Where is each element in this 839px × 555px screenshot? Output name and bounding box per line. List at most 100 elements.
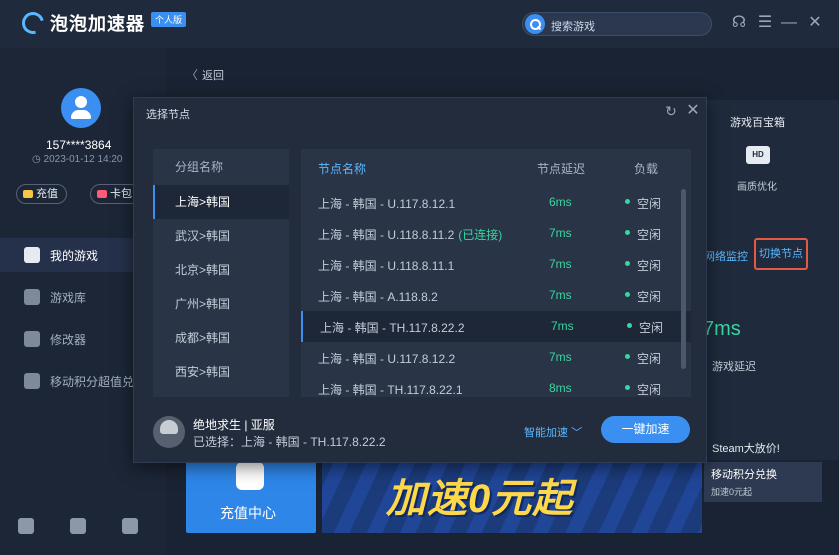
node-row-selected[interactable]: 上海 - 韩国 - TH.117.8.22.2 7ms 空闲 [301, 311, 691, 342]
hd-icon[interactable]: HD [746, 146, 770, 164]
recharge-label: 充值 [36, 188, 58, 200]
nav-label: 游戏库 [50, 289, 86, 306]
node-name: 上海 - 韩国 - U.118.8.11.1 [318, 257, 458, 274]
game-toolbox-panel [702, 100, 839, 460]
menu-icon[interactable]: ☰ [756, 14, 774, 32]
col-node-delay: 节点延迟 [537, 160, 585, 177]
group-item[interactable]: 武汉>韩国 [153, 219, 289, 253]
col-node-name: 节点名称 [318, 160, 366, 177]
recharge-button[interactable]: 充值 [16, 184, 67, 204]
game-name: 绝地求生 | 亚服 [193, 416, 275, 433]
hd-label[interactable]: 画质优化 [737, 178, 777, 193]
group-item[interactable]: 北京>韩国 [153, 253, 289, 287]
avatar[interactable] [61, 88, 101, 128]
node-load: 空闲 [637, 257, 661, 274]
node-load: 空闲 [639, 319, 663, 336]
refresh-icon[interactable]: ↻ [662, 102, 680, 120]
node-name: 上海 - 韩国 - U.117.8.12.2 [318, 350, 459, 367]
node-name-text: 上海 - 韩国 - U.118.8.11.2 [318, 228, 454, 242]
user-date: ◷ 2023-01-12 14:20 [32, 154, 122, 165]
title-bar: 泡泡加速器 个人版 搜索游戏 ☊ ☰ — ✕ [0, 0, 839, 48]
modifier-icon [24, 331, 40, 347]
node-load: 空闲 [637, 195, 661, 212]
status-dot-icon [625, 261, 630, 266]
node-name: 上海 - 韩国 - U.117.8.12.1 [318, 195, 459, 212]
app-logo: 泡泡加速器 个人版 [22, 10, 186, 36]
node-load: 空闲 [637, 350, 661, 367]
node-list-scrollbar[interactable] [681, 189, 686, 369]
network-monitor-link[interactable]: 网络监控 [704, 248, 748, 264]
gamepad-icon [24, 289, 40, 305]
col-node-load: 负载 [634, 160, 658, 177]
node-name: 上海 - 韩国 - TH.117.8.22.2 [320, 319, 469, 336]
node-name: 上海 - 韩国 - TH.117.8.22.1 [318, 381, 467, 397]
node-delay: 7ms [549, 226, 572, 240]
minimize-icon[interactable]: — [780, 14, 798, 32]
status-dot-icon [625, 292, 630, 297]
node-delay: 7ms [549, 350, 572, 364]
node-row[interactable]: 上海 - 韩国 - U.118.8.11.2 (已连接) 7ms 空闲 [301, 218, 691, 249]
node-row[interactable]: 上海 - 韩国 - TH.117.8.22.1 8ms 空闲 [301, 373, 691, 397]
smart-accelerate-dropdown[interactable]: 智能加速 ﹀ [524, 424, 582, 440]
close-icon[interactable]: ✕ [806, 14, 824, 32]
steam-promo-text[interactable]: Steam大放价! [712, 440, 780, 456]
node-list: 节点名称 节点延迟 负载 上海 - 韩国 - U.117.8.12.1 6ms … [301, 149, 691, 397]
search-input[interactable]: 搜索游戏 [522, 12, 712, 36]
delay-value: 7ms [703, 318, 741, 341]
node-delay: 6ms [549, 195, 572, 209]
banner-text: 加速0元起 [386, 466, 573, 524]
recharge-center-label: 充值中心 [220, 503, 276, 523]
node-name-text: 上海 - 韩国 - U.117.8.12.1 [318, 197, 455, 211]
chevron-down-icon: ﹀ [571, 427, 582, 439]
nav-label: 修改器 [50, 331, 86, 348]
yen-icon [236, 462, 264, 490]
group-item[interactable]: 上海>韩国 [153, 185, 289, 219]
node-list-header: 节点名称 节点延迟 负载 [301, 149, 691, 185]
select-node-dialog: 选择节点 ↻ ✕ 分组名称 上海>韩国 武汉>韩国 北京>韩国 广州>韩国 成都… [133, 97, 707, 463]
user-id: 157****3864 [46, 138, 111, 152]
status-dot-icon [625, 385, 630, 390]
node-delay: 7ms [549, 257, 572, 271]
node-name-text: 上海 - 韩国 - TH.117.8.22.1 [318, 383, 463, 397]
group-item[interactable]: 西安>韩国 [153, 355, 289, 389]
node-row[interactable]: 上海 - 韩国 - A.118.8.2 7ms 空闲 [301, 280, 691, 311]
status-dot-icon [627, 323, 632, 328]
mail-icon[interactable] [18, 518, 34, 534]
toolbox-title: 游戏百宝箱 [730, 114, 785, 130]
promo-line2: 加速0元起 [711, 485, 752, 498]
search-icon[interactable] [525, 14, 545, 34]
switch-node-button[interactable]: 切换节点 [754, 238, 808, 270]
chat-icon[interactable] [122, 518, 138, 534]
selected-node-text: 已选择：上海 - 韩国 - TH.117.8.22.2 [193, 433, 386, 450]
video-icon[interactable] [70, 518, 86, 534]
close-icon[interactable]: ✕ [684, 102, 702, 120]
card-icon [97, 190, 107, 198]
nav-label: 移动积分超值兑 [50, 373, 134, 390]
node-name-text: 上海 - 韩国 - U.118.8.11.1 [318, 259, 454, 273]
logo-icon [18, 8, 48, 38]
dialog-title: 选择节点 [146, 106, 190, 122]
node-row[interactable]: 上海 - 韩国 - U.117.8.12.1 6ms 空闲 [301, 187, 691, 218]
rocket-icon [24, 247, 40, 263]
headset-icon[interactable]: ☊ [730, 14, 748, 32]
game-helmet-icon [153, 416, 185, 448]
node-name-text: 上海 - 韩国 - TH.117.8.22.2 [320, 321, 465, 335]
node-delay: 7ms [551, 319, 574, 333]
one-click-accelerate-button[interactable]: 一键加速 [601, 416, 690, 443]
sidebar-footer [18, 518, 138, 534]
node-load: 空闲 [637, 288, 661, 305]
status-dot-icon [625, 230, 630, 235]
group-item[interactable]: 成都>韩国 [153, 321, 289, 355]
diamond-icon [23, 190, 33, 198]
node-connected-tag: (已连接) [458, 228, 502, 242]
nav-label: 我的游戏 [50, 247, 98, 264]
node-delay: 8ms [549, 381, 572, 395]
node-row[interactable]: 上海 - 韩国 - U.118.8.11.1 7ms 空闲 [301, 249, 691, 280]
node-name-text: 上海 - 韩国 - A.118.8.2 [318, 290, 438, 304]
node-row[interactable]: 上海 - 韩国 - U.117.8.12.2 7ms 空闲 [301, 342, 691, 373]
node-name-text: 上海 - 韩国 - U.117.8.12.2 [318, 352, 455, 366]
group-item[interactable]: 广州>韩国 [153, 287, 289, 321]
node-load: 空闲 [637, 226, 661, 243]
coin-stack-icon [24, 373, 40, 389]
back-link[interactable]: 返回 [186, 66, 224, 83]
